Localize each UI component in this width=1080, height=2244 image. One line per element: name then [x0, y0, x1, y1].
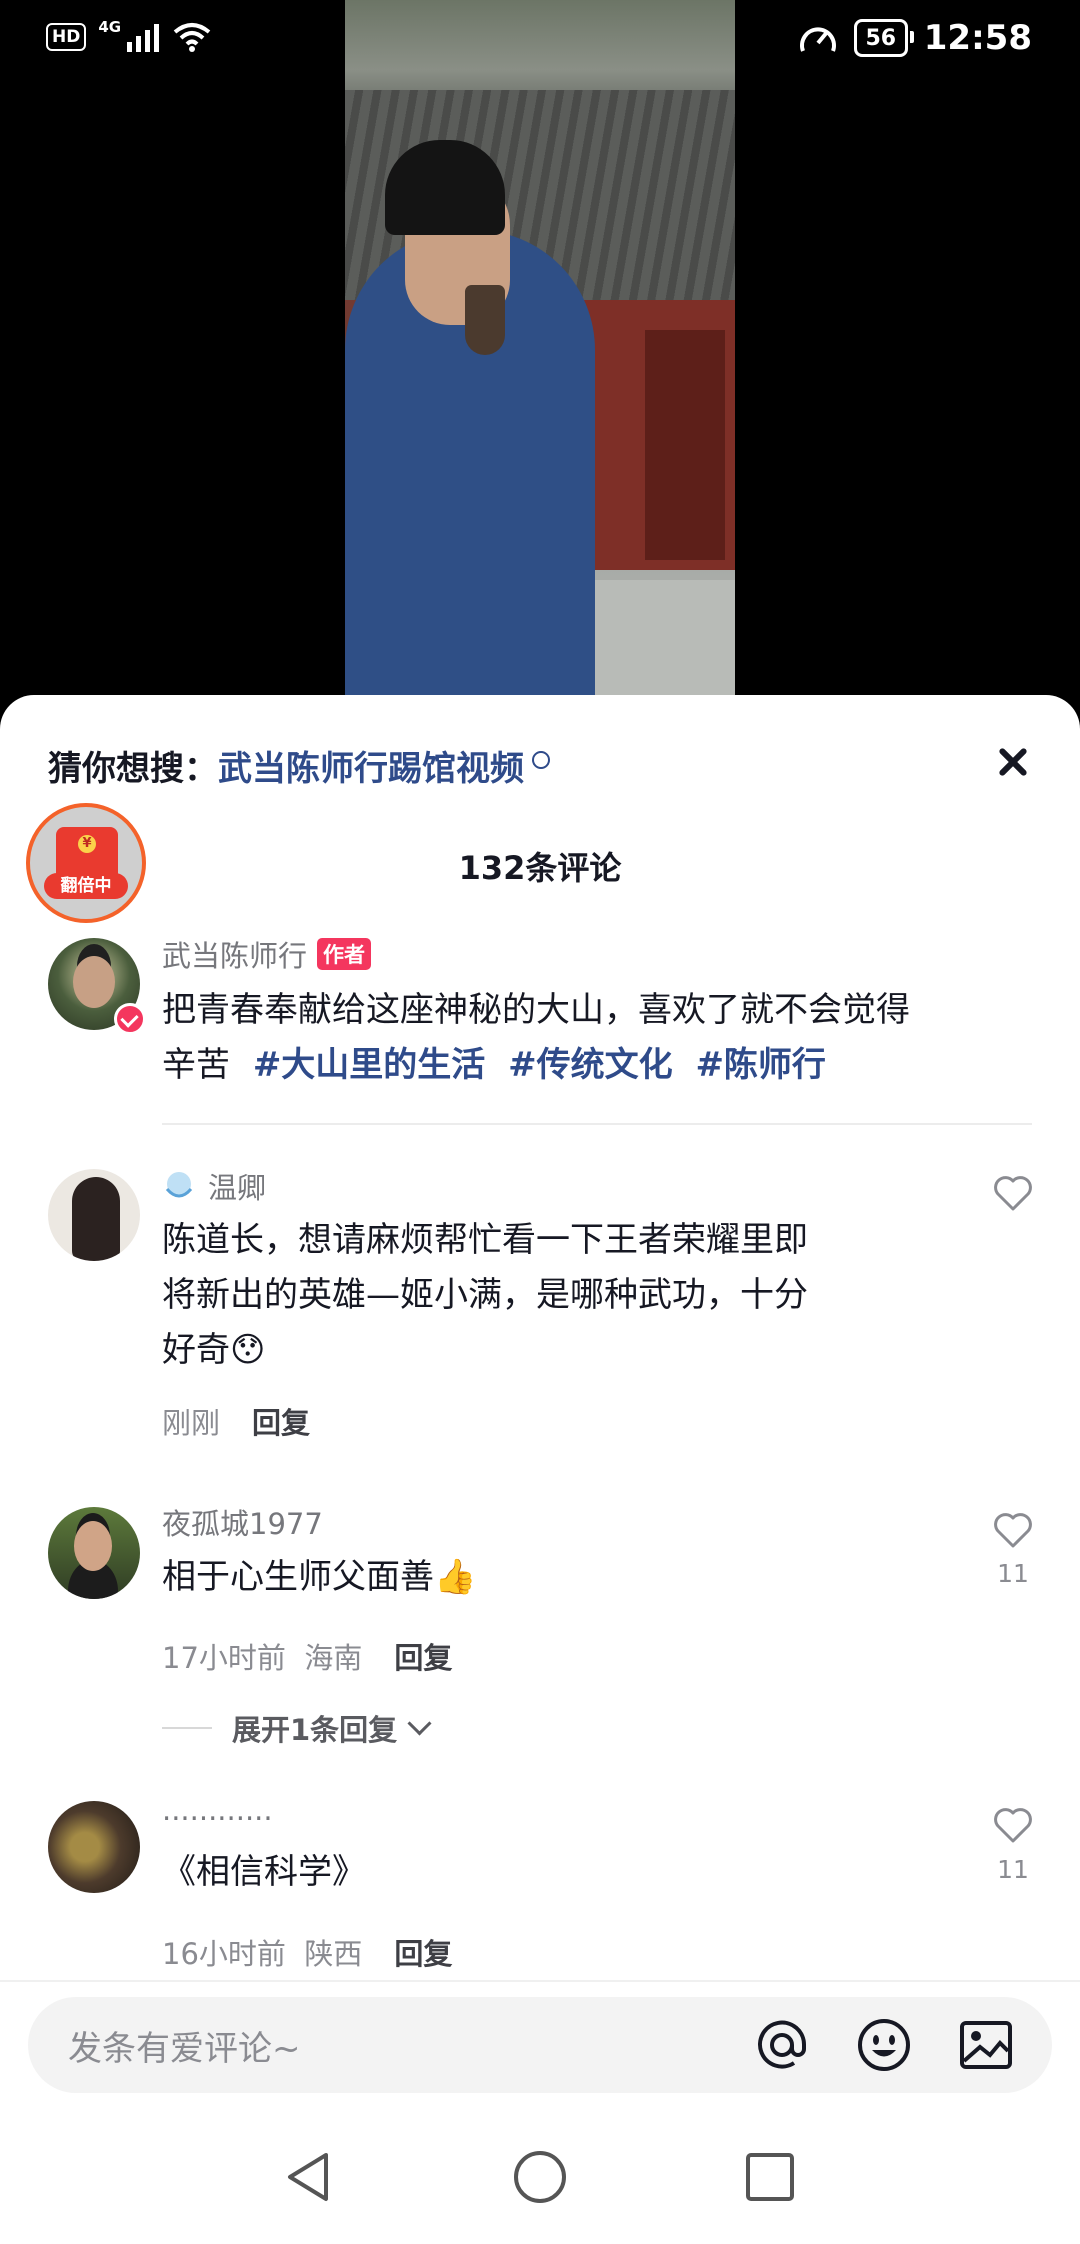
comment-sheet: 猜你想搜： 武当陈师行踢馆视频 翻倍中 132条评论 武当陈师行 作者 把青春奉… [0, 695, 1080, 2244]
network-type: 4G [98, 18, 122, 36]
comment-username-text[interactable]: 温卿 [208, 1165, 266, 1207]
suggestion-term[interactable]: 武当陈师行踢馆视频 [218, 741, 524, 790]
comment-time: 16小时前 陕西 [162, 1937, 363, 1971]
image-icon[interactable] [958, 2017, 1014, 2073]
comment-username[interactable]: 夜孤城1977 [162, 1501, 323, 1543]
author-comment-line2: 辛苦 #大山里的生活 #传统文化 #陈师行 [162, 1038, 910, 1093]
divider [162, 1123, 1032, 1125]
comment-time: 17小时前 海南 [162, 1641, 363, 1675]
verified-icon [114, 1003, 146, 1035]
back-icon[interactable] [280, 2149, 336, 2205]
hashtag[interactable]: #陈师行 [695, 1045, 826, 1085]
comment-username[interactable]: ............ [162, 1793, 273, 1827]
comment-line: 将新出的英雄—姬小满，是哪种武功，十分 [162, 1275, 808, 1315]
author-comment-line1: 把青春奉献给这座神秘的大山，喜欢了就不会觉得 [162, 990, 910, 1030]
author-comment-line2-text: 辛苦 [162, 1045, 230, 1085]
close-icon[interactable] [998, 747, 1028, 777]
comment-input[interactable]: 发条有爱评论~ [68, 2021, 301, 2070]
expand-replies-button[interactable]: 展开1条回复 [162, 1707, 432, 1749]
comment-line: 陈道长，想请麻烦帮忙看一下王者荣耀里即 [162, 1220, 808, 1260]
suggestion-label: 猜你想搜： [48, 749, 218, 789]
like-count: 11 [997, 1855, 1029, 1884]
video-person-hat [385, 140, 505, 235]
user-avatar[interactable] [48, 1507, 140, 1599]
chevron-down-icon [407, 1710, 432, 1736]
search-suggestion[interactable]: 猜你想搜： 武当陈师行踢馆视频 [48, 741, 550, 790]
comment-meta: 16小时前 陕西 回复 [162, 1931, 452, 1973]
user-avatar[interactable] [48, 1801, 140, 1893]
clock: 12:58 [923, 18, 1032, 58]
recents-icon[interactable] [742, 2149, 798, 2205]
system-nav-bar [0, 2125, 1080, 2244]
video-door [645, 330, 725, 560]
emoji-icon[interactable] [856, 2017, 912, 2073]
video-player[interactable] [345, 0, 735, 700]
wifi-icon [173, 23, 211, 52]
comment-text[interactable]: 陈道长，想请麻烦帮忙看一下王者荣耀里即 将新出的英雄—姬小满，是哪种武功，十分 … [162, 1213, 808, 1378]
reply-button[interactable]: 回复 [252, 1400, 310, 1442]
comments-title: 132条评论 [458, 849, 622, 887]
comment-username[interactable]: 温卿 [162, 1165, 266, 1207]
comment-line: 好奇😯 [162, 1330, 266, 1370]
author-tag: 作者 [317, 938, 372, 970]
comment-time: 刚刚 [162, 1406, 221, 1440]
reply-button[interactable]: 回复 [394, 1635, 452, 1677]
reply-button[interactable]: 回复 [394, 1931, 452, 1973]
like-heart-icon[interactable] [992, 1805, 1034, 1845]
at-icon[interactable] [754, 2017, 810, 2073]
comment-line: 相于心生师父面善👍 [162, 1557, 477, 1597]
search-icon [532, 750, 550, 769]
comment-meta: 刚刚 回复 [162, 1400, 310, 1442]
signal-icon [127, 24, 160, 52]
like-count: 11 [997, 1559, 1029, 1588]
comment-input-bar[interactable]: 发条有爱评论~ [28, 1997, 1052, 2093]
expand-line [162, 1727, 212, 1729]
like-heart-icon[interactable] [992, 1510, 1034, 1550]
author-comment-text[interactable]: 把青春奉献给这座神秘的大山，喜欢了就不会觉得 辛苦 #大山里的生活 #传统文化 … [162, 983, 910, 1093]
status-left: HD 4G [46, 18, 211, 52]
user-avatar[interactable] [48, 1169, 140, 1261]
comment-location: 陕西 [304, 1937, 363, 1971]
author-username[interactable]: 武当陈师行 作者 [162, 933, 372, 975]
like-heart-icon[interactable] [992, 1173, 1034, 1213]
video-person-beard [465, 285, 505, 355]
comment-line: 《相信科学》 [162, 1852, 366, 1892]
hashtag[interactable]: #传统文化 [508, 1045, 673, 1085]
badge-icon [165, 1172, 193, 1198]
hd-icon: HD [46, 23, 87, 51]
expand-label: 展开1条回复 [232, 1713, 398, 1747]
home-icon[interactable] [512, 2149, 568, 2205]
comment-text[interactable]: 《相信科学》 [162, 1845, 366, 1900]
hashtag[interactable]: #大山里的生活 [253, 1045, 486, 1085]
comment-meta: 17小时前 海南 回复 [162, 1635, 452, 1677]
speed-icon [799, 27, 836, 52]
divider [0, 1980, 1080, 1982]
battery-icon: 56 [853, 19, 914, 57]
author-name[interactable]: 武当陈师行 [162, 933, 307, 975]
status-right: 56 12:58 [798, 18, 1032, 58]
comment-text[interactable]: 相于心生师父面善👍 [162, 1550, 476, 1605]
comment-location: 海南 [304, 1641, 363, 1675]
